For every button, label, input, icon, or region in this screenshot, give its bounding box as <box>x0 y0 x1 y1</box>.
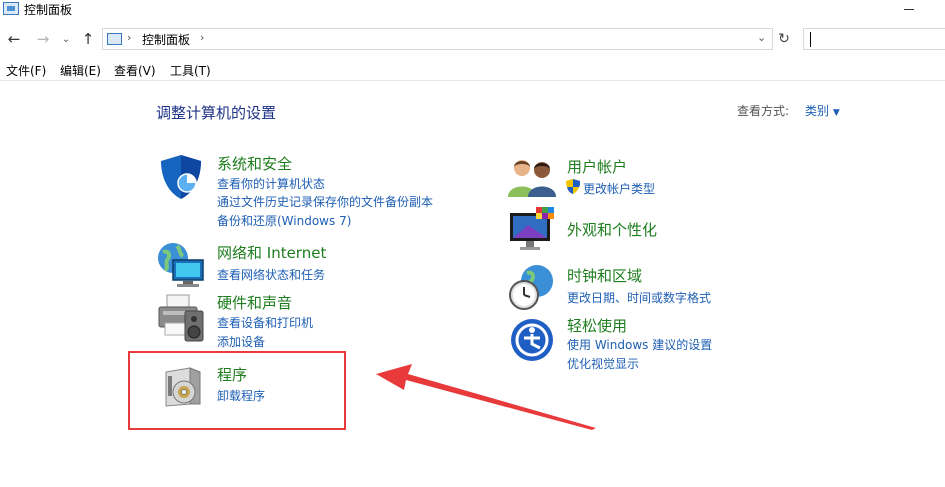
search-input[interactable] <box>803 28 945 50</box>
breadcrumb-control-panel[interactable]: 控制面板 <box>142 31 190 48</box>
link-view-computer-status[interactable]: 查看你的计算机状态 <box>217 175 325 192</box>
link-add-device[interactable]: 添加设备 <box>217 333 265 350</box>
menu-bar: 文件(F) 编辑(E) 查看(V) 工具(T) <box>0 60 945 81</box>
menu-edit[interactable]: 编辑(E) <box>60 62 101 79</box>
highlight-box <box>128 351 346 430</box>
dropdown-arrow-icon: ▼ <box>832 108 840 118</box>
clock-globe-icon <box>509 265 553 310</box>
address-bar[interactable]: › 控制面板 › ⌄ <box>102 28 773 50</box>
shield-icon <box>161 155 201 199</box>
link-network-status[interactable]: 查看网络状态和任务 <box>217 266 325 283</box>
category-network-internet[interactable]: 网络和 Internet <box>217 242 326 263</box>
category-user-accounts[interactable]: 用户帐户 <box>567 156 627 177</box>
link-devices-printers[interactable]: 查看设备和打印机 <box>217 314 313 331</box>
category-hardware-sound[interactable]: 硬件和声音 <box>217 292 292 313</box>
ease-of-access-icon <box>511 319 553 361</box>
link-file-history[interactable]: 通过文件历史记录保存你的文件备份副本 <box>217 193 433 210</box>
menu-tools[interactable]: 工具(T) <box>170 62 211 79</box>
view-by-dropdown[interactable]: 类别 ▼ <box>805 102 840 119</box>
address-dropdown-icon[interactable]: ⌄ <box>757 31 766 44</box>
control-panel-icon <box>3 2 19 15</box>
menu-view[interactable]: 查看(V) <box>114 62 156 79</box>
link-change-account-type[interactable]: 更改帐户类型 <box>583 180 655 197</box>
link-backup-restore[interactable]: 备份和还原(Windows 7) <box>217 212 351 229</box>
menu-file[interactable]: 文件(F) <box>6 62 46 79</box>
category-clock-region[interactable]: 时钟和区域 <box>567 265 642 286</box>
users-icon <box>508 160 556 197</box>
breadcrumb-chevron-icon[interactable]: › <box>200 31 204 44</box>
text-caret <box>810 32 811 47</box>
control-panel-icon <box>107 33 122 45</box>
category-appearance-personalization[interactable]: 外观和个性化 <box>567 219 657 240</box>
category-system-security[interactable]: 系统和安全 <box>217 153 292 174</box>
back-button[interactable]: ← <box>5 30 23 48</box>
view-by-label: 查看方式: <box>737 104 790 118</box>
page-title: 调整计算机的设置 <box>156 104 277 122</box>
link-windows-suggested-settings[interactable]: 使用 Windows 建议的设置 <box>567 336 712 353</box>
breadcrumb-chevron-icon[interactable]: › <box>127 31 131 44</box>
recent-locations-chevron-icon[interactable]: ⌄ <box>60 31 72 49</box>
minimize-button[interactable] <box>898 0 920 18</box>
forward-button[interactable]: → <box>34 30 52 48</box>
category-ease-of-access[interactable]: 轻松使用 <box>567 315 627 336</box>
printer-speaker-icon <box>158 294 204 342</box>
network-globe-icon <box>158 243 204 287</box>
title-bar: 控制面板 <box>0 0 945 22</box>
uac-shield-icon <box>566 179 580 194</box>
monitor-palette-icon <box>510 207 554 250</box>
refresh-button[interactable]: ↻ <box>774 28 794 50</box>
annotation-arrow <box>376 364 596 430</box>
link-change-date-time-format[interactable]: 更改日期、时间或数字格式 <box>567 289 711 306</box>
up-button[interactable]: ↑ <box>79 30 97 48</box>
window-title: 控制面板 <box>24 3 73 17</box>
